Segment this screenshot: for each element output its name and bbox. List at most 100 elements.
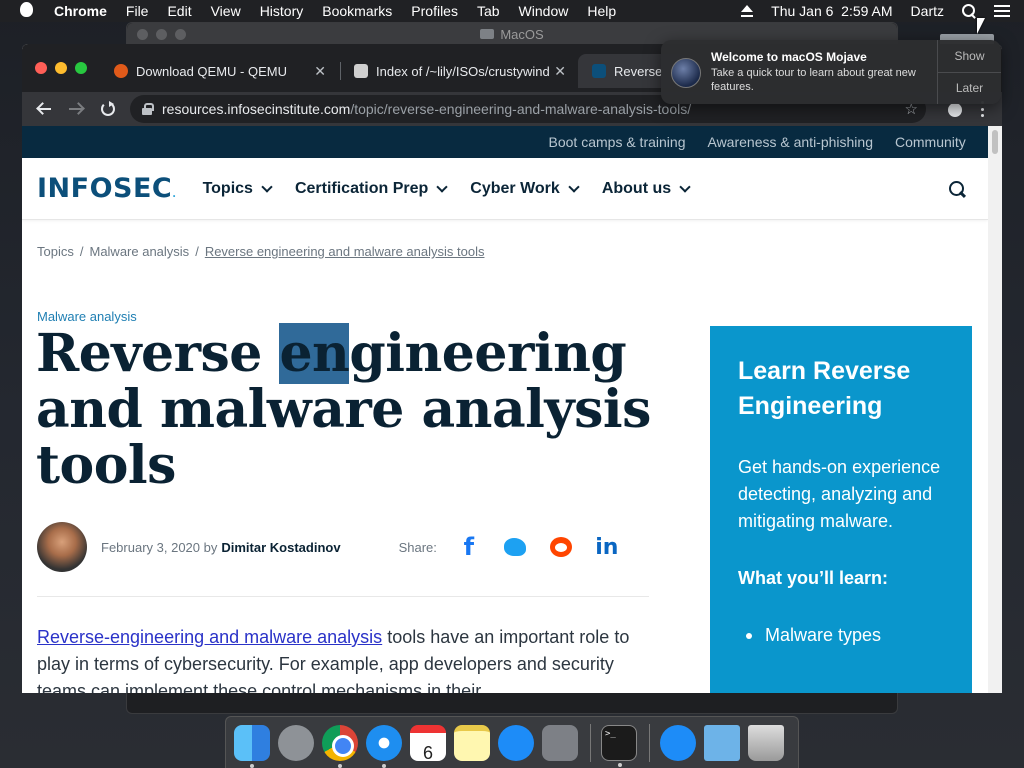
promo-text: Get hands-on experience detecting, analy… [738, 457, 941, 531]
terminal-icon[interactable]: >_ [601, 724, 637, 767]
selected-text: en [279, 323, 350, 384]
tab-close-icon[interactable]: ✕ [314, 63, 326, 80]
notes-icon[interactable] [454, 724, 490, 761]
chrome-icon[interactable] [322, 724, 358, 768]
notification-later-button[interactable]: Later [938, 71, 1001, 105]
nav-certification-prep[interactable]: Certification Prep [295, 180, 448, 198]
tab-title: Reverse [614, 63, 663, 79]
breadcrumb-current[interactable]: Reverse engineering and malware analysis… [205, 244, 485, 259]
chrome-window: Download QEMU - QEMU ✕ Index of /~lily/I… [22, 44, 1002, 693]
menu-app-name[interactable]: Chrome [54, 3, 107, 19]
reddit-icon[interactable] [549, 535, 573, 559]
folder-icon[interactable] [704, 724, 740, 761]
dock: 6 >_ [225, 716, 799, 768]
menu-window[interactable]: Window [519, 3, 569, 19]
tab-title: Index of /~lily/ISOs/crustywind [376, 63, 550, 79]
url-path: /topic/reverse-engineering-and-malware-a… [350, 101, 692, 117]
close-window-button[interactable] [35, 62, 47, 74]
tab-index-isos[interactable]: Index of /~lily/ISOs/crustywind ✕ [340, 54, 576, 88]
share-label: Share: [398, 539, 437, 555]
menu-bar: Chrome File Edit View History Bookmarks … [0, 0, 1024, 22]
scroll-thumb[interactable] [992, 130, 998, 154]
finder-icon[interactable] [234, 724, 270, 768]
menu-help[interactable]: Help [587, 3, 616, 19]
zoom-window-button[interactable] [75, 62, 87, 74]
url-host: resources.infosecinstitute.com [162, 101, 351, 117]
notification-center-icon[interactable] [994, 5, 1010, 17]
notification-body: Take a quick tour to learn about great n… [711, 67, 916, 93]
link-awareness[interactable]: Awareness & anti-phishing [707, 134, 873, 150]
twitter-icon[interactable] [503, 535, 527, 559]
system-preferences-icon[interactable] [542, 724, 578, 761]
menubar-clock[interactable]: Thu Jan 6 2:59 AM [771, 3, 892, 19]
dock-divider [649, 723, 650, 762]
lock-icon [142, 103, 154, 115]
tab-close-icon[interactable]: ✕ [554, 63, 566, 80]
safari-icon[interactable] [366, 724, 402, 768]
eject-icon[interactable] [741, 5, 754, 17]
mojave-notification[interactable]: Welcome to macOS Mojave Take a quick tou… [661, 40, 1001, 104]
article-body: Reverse-engineering and malware analysis… [37, 627, 630, 693]
launchpad-icon[interactable] [278, 724, 314, 761]
menu-bookmarks[interactable]: Bookmarks [322, 3, 392, 19]
calendar-icon[interactable]: 6 [410, 724, 446, 763]
menu-edit[interactable]: Edit [167, 3, 191, 19]
folder-icon [480, 29, 495, 39]
menu-view[interactable]: View [211, 3, 241, 19]
link-community[interactable]: Community [895, 134, 988, 150]
background-window-title: MacOS [500, 26, 544, 42]
nav-cyber-work[interactable]: Cyber Work [470, 180, 580, 198]
nav-topics[interactable]: Topics [203, 180, 273, 198]
list-item: Malware types [738, 625, 944, 646]
tab-title: Download QEMU - QEMU [136, 63, 287, 79]
app-store-icon[interactable] [498, 724, 534, 761]
qemu-favicon-icon [114, 64, 128, 78]
linkedin-icon[interactable]: in [595, 535, 619, 560]
byline: February 3, 2020 by Dimitar Kostadinov S… [37, 522, 657, 572]
app-store-download-icon[interactable] [660, 724, 696, 761]
promo-list: Malware types [738, 625, 944, 646]
spotlight-search-icon[interactable] [962, 4, 976, 18]
reload-icon[interactable] [100, 101, 116, 117]
chevron-down-icon [568, 180, 580, 193]
author-name[interactable]: Dimitar Kostadinov [221, 540, 340, 555]
dock-divider [590, 723, 591, 762]
mouse-cursor-icon [977, 18, 985, 34]
utility-nav: Boot camps & training Awareness & anti-p… [22, 126, 988, 158]
notification-show-button[interactable]: Show [938, 40, 1001, 72]
trash-icon[interactable] [748, 724, 784, 761]
menu-profiles[interactable]: Profiles [411, 3, 458, 19]
page-scrollbar[interactable] [988, 126, 1002, 693]
menu-tab[interactable]: Tab [477, 3, 500, 19]
chevron-down-icon [679, 180, 691, 193]
tab-qemu[interactable]: Download QEMU - QEMU ✕ [100, 54, 336, 88]
category-link[interactable]: Malware analysis [37, 309, 137, 324]
publish-date: February 3, 2020 by [101, 539, 218, 555]
body-link[interactable]: Reverse-engineering and malware analysis [37, 627, 382, 647]
course-promo[interactable]: Learn Reverse Engineering Get hands-on e… [710, 326, 972, 693]
promo-title: Learn Reverse Engineering [738, 357, 911, 420]
mojave-icon [671, 58, 701, 88]
author-avatar [37, 522, 87, 572]
main-nav: INFOSEC. Topics Certification Prep Cyber… [22, 158, 988, 220]
back-icon[interactable] [36, 101, 52, 117]
notification-title: Welcome to macOS Mojave [711, 50, 867, 64]
infosec-logo[interactable]: INFOSEC. [37, 173, 177, 204]
profile-icon[interactable] [948, 103, 962, 117]
facebook-icon[interactable]: f [457, 533, 481, 561]
minimize-window-button[interactable] [55, 62, 67, 74]
chevron-down-icon [261, 180, 273, 193]
breadcrumb-malware-analysis[interactable]: Malware analysis [89, 244, 189, 259]
menubar-user[interactable]: Dartz [911, 3, 944, 19]
infosec-favicon-icon [592, 64, 606, 78]
breadcrumb-topics[interactable]: Topics [37, 244, 74, 259]
nav-about-us[interactable]: About us [602, 180, 691, 198]
forward-icon[interactable] [68, 101, 84, 117]
apple-menu-icon[interactable] [20, 1, 34, 21]
link-boot-camps[interactable]: Boot camps & training [549, 134, 686, 150]
menu-history[interactable]: History [260, 3, 304, 19]
menu-file[interactable]: File [126, 3, 149, 19]
divider [37, 596, 649, 597]
promo-learn-heading: What you’ll learn: [738, 568, 889, 588]
search-icon[interactable] [949, 181, 966, 198]
